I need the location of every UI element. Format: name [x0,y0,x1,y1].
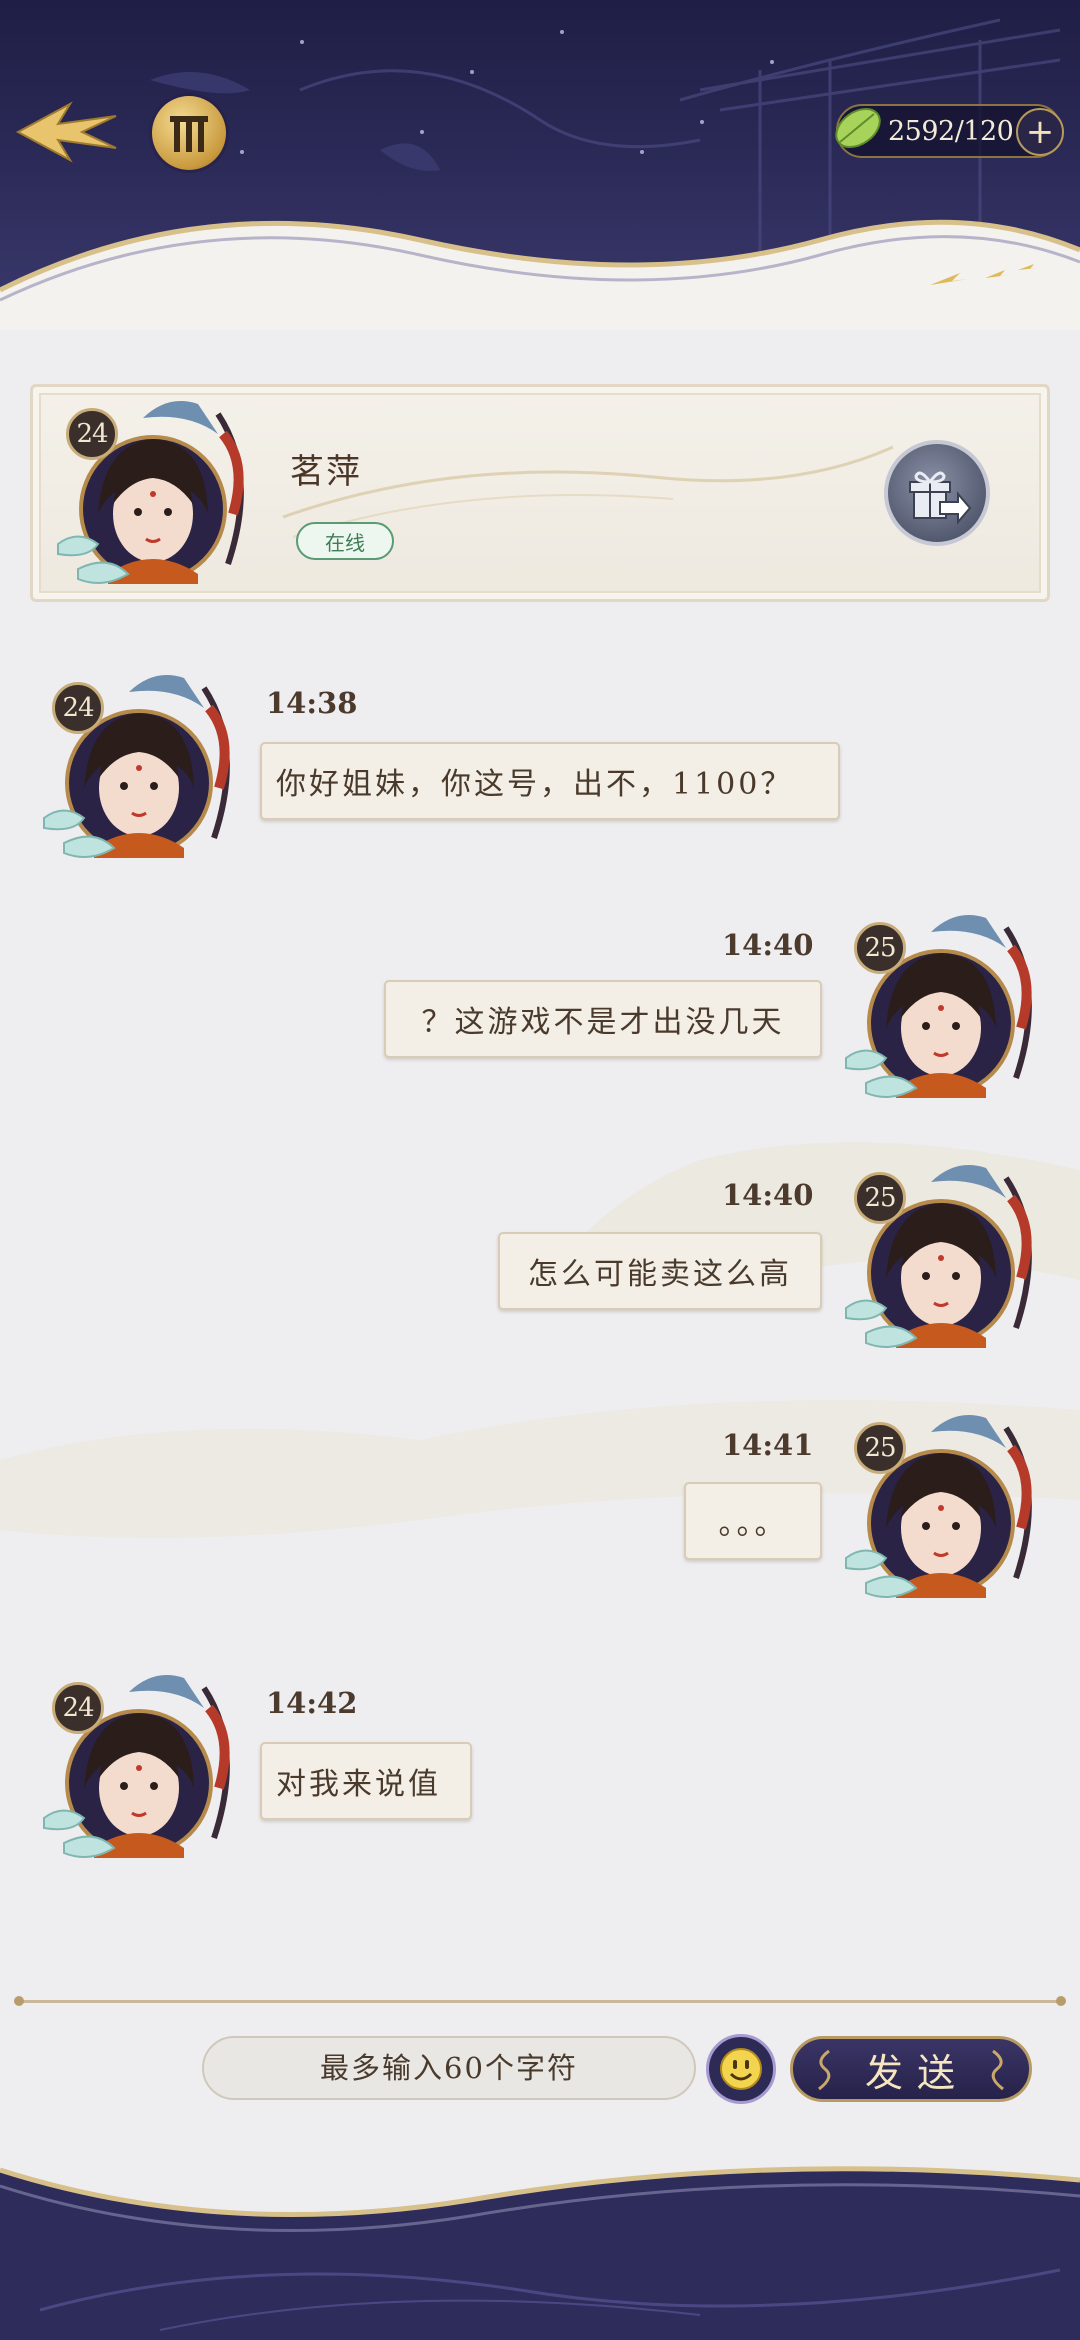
avatar-level-badge: 24 [52,682,104,734]
avatar-level-badge: 25 [854,922,906,974]
message-input[interactable] [202,2036,696,2100]
my-avatar[interactable]: 25 [836,908,1046,1118]
currency-display: 2592/120 + [835,104,1064,158]
swirl-left-icon [818,2049,831,2091]
gift-icon [909,471,972,525]
message-timestamp: 14:38 [266,686,358,720]
send-button-label: 发送 [864,2050,969,2095]
contact-name: 茗萍 [290,452,362,492]
input-divider [18,2000,1062,2003]
online-status-badge: 在线 [296,522,394,560]
divider-dot-right [1056,1996,1066,2006]
contact-avatar[interactable]: 24 [34,668,244,878]
send-button[interactable]: 发送 [790,2036,1032,2102]
avatar-level-badge: 25 [854,1422,906,1474]
my-avatar[interactable]: 25 [836,1158,1046,1368]
avatar-level-badge: 25 [854,1172,906,1224]
divider-dot-left [14,1996,24,2006]
avatar-level-badge: 24 [66,408,118,460]
top-banner: 2592/120 + [0,0,1080,330]
jade-leaf-icon [835,107,881,149]
gate-icon [170,116,208,152]
avatar-level-badge: 24 [52,1682,104,1734]
back-button[interactable] [12,96,122,166]
emoji-button[interactable] [706,2034,776,2104]
message-timestamp: 14:42 [266,1686,358,1720]
received-message-bubble[interactable]: 对我来说值 [260,1742,472,1820]
swirl-right-icon [991,2049,1004,2091]
my-avatar[interactable]: 25 [836,1408,1046,1618]
sent-message-bubble[interactable]: 。。。 [684,1482,822,1560]
profile-avatar[interactable]: 24 [48,394,258,604]
smiley-face-icon [720,2048,762,2090]
message-timestamp: 14:41 [722,1428,814,1462]
currency-value: 2592/120 [888,116,1014,147]
message-timestamp: 14:40 [722,928,814,962]
temple-silhouette-decoration [0,18,1080,330]
back-arrow-icon [15,101,117,163]
sent-message-bubble[interactable]: 怎么可能卖这么高 [498,1232,822,1310]
received-message-bubble[interactable]: 你好姐妹，你这号，出不，1100？ [260,742,840,820]
send-gift-button[interactable] [884,440,990,546]
contact-avatar[interactable]: 24 [34,1668,244,1878]
add-currency-button[interactable]: + [1016,108,1064,156]
sent-message-bubble[interactable]: ？这游戏不是才出没几天 [384,980,822,1058]
message-timestamp: 14:40 [722,1178,814,1212]
home-button[interactable] [152,96,226,170]
bottom-banner [0,2166,1080,2340]
